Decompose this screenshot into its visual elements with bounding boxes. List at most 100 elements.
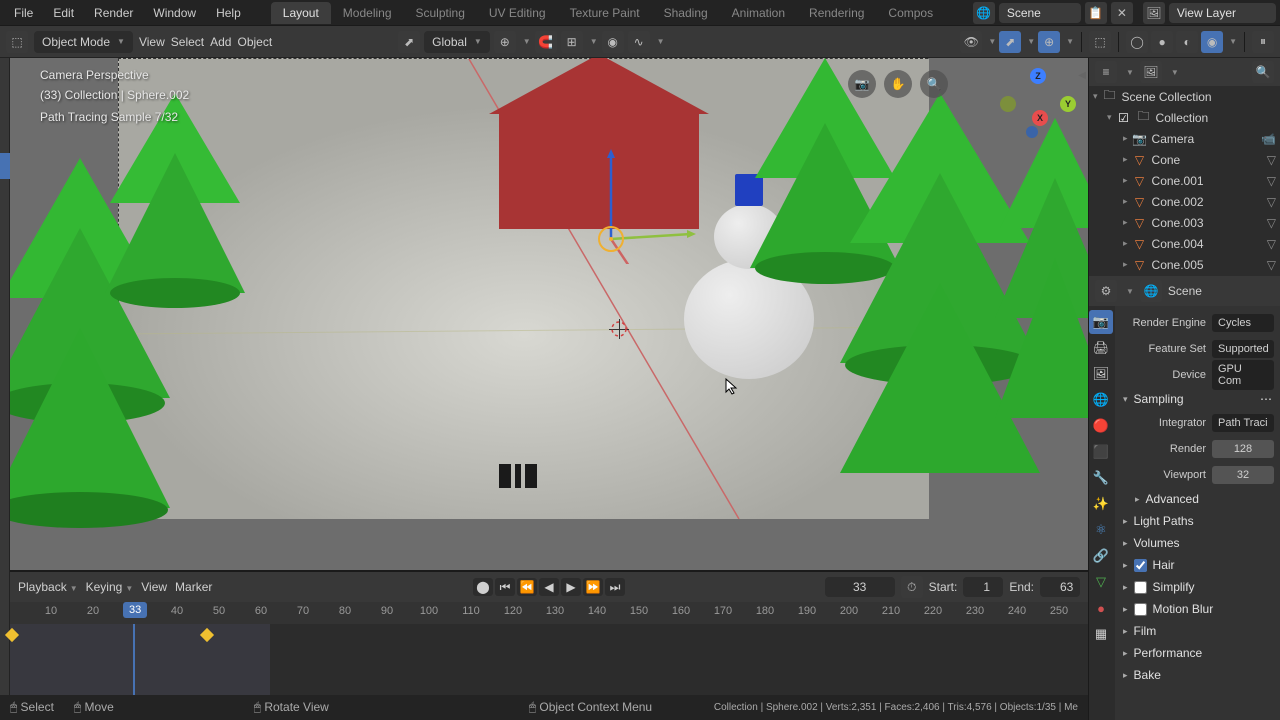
props-scene-name[interactable]: Scene bbox=[1168, 284, 1202, 298]
tab-scene-icon[interactable]: 🌐 bbox=[1089, 388, 1113, 412]
keying-menu[interactable]: Keying▼ bbox=[86, 580, 134, 594]
visibility-icon[interactable]: 👁 bbox=[960, 31, 982, 53]
outliner-cone002[interactable]: Cone.002 bbox=[1152, 195, 1204, 209]
outliner-cone005[interactable]: Cone.005 bbox=[1152, 258, 1204, 272]
advanced-panel[interactable]: ▸Advanced bbox=[1115, 488, 1280, 510]
motionblur-panel[interactable]: ▸Motion Blur bbox=[1115, 598, 1280, 620]
3d-viewport[interactable]: Camera Perspective (33) Collection | Sph… bbox=[10, 58, 1088, 570]
keyframe-next-icon[interactable]: ⏩ bbox=[583, 578, 603, 596]
tab-viewlayer-icon[interactable]: 🖼 bbox=[1089, 362, 1113, 386]
tab-render-icon[interactable]: 📷 bbox=[1089, 310, 1113, 334]
keyframe-prev-icon[interactable]: ⏪ bbox=[517, 578, 537, 596]
nav-gizmo[interactable]: Z Y X bbox=[1008, 68, 1068, 128]
hdr-add[interactable]: Add bbox=[210, 35, 231, 49]
autokey-icon[interactable]: ⬤ bbox=[473, 578, 493, 596]
outliner[interactable]: ▾🗀Scene Collection ▾☑🗀Collection ▸📷Camer… bbox=[1089, 86, 1280, 276]
axis-x-icon[interactable]: X bbox=[1032, 110, 1048, 126]
outliner-camera[interactable]: Camera bbox=[1152, 132, 1195, 146]
jump-end-icon[interactable]: ⏭ bbox=[605, 578, 625, 596]
playback-menu[interactable]: Playback▼ bbox=[18, 580, 78, 594]
propedit-icon[interactable]: ◉ bbox=[602, 31, 624, 53]
editor-type-icon[interactable]: ⬚ bbox=[6, 31, 28, 53]
sidebar-toggle-icon[interactable]: ◀ bbox=[1078, 70, 1086, 81]
tab-compos[interactable]: Compos bbox=[876, 2, 945, 24]
tab-mesh-icon[interactable]: ▽ bbox=[1089, 570, 1113, 594]
outliner-cone[interactable]: Cone bbox=[1152, 153, 1181, 167]
gizmo-toggle-icon[interactable]: ⬈ bbox=[999, 31, 1021, 53]
menu-edit[interactable]: Edit bbox=[43, 6, 84, 20]
viewlayer-field[interactable]: View Layer bbox=[1169, 3, 1276, 23]
render-samples-field[interactable]: 128 bbox=[1212, 440, 1274, 458]
menu-render[interactable]: Render bbox=[84, 6, 143, 20]
tab-tpaint[interactable]: Texture Paint bbox=[558, 2, 652, 24]
hdr-select[interactable]: Select bbox=[171, 35, 204, 49]
axis-z-icon[interactable]: Z bbox=[1030, 68, 1046, 84]
hdr-view[interactable]: View bbox=[139, 35, 165, 49]
outliner-scene-collection[interactable]: Scene Collection bbox=[1122, 90, 1212, 104]
scene-new-icon[interactable]: 📋 bbox=[1085, 2, 1107, 24]
motionblur-checkbox[interactable] bbox=[1134, 603, 1147, 616]
camera-view-icon[interactable]: 📷 bbox=[848, 70, 876, 98]
tab-layout[interactable]: Layout bbox=[271, 2, 331, 24]
play-reverse-icon[interactable]: ◀ bbox=[539, 578, 559, 596]
hair-checkbox[interactable] bbox=[1134, 559, 1147, 572]
tab-material-icon[interactable]: ● bbox=[1089, 596, 1113, 620]
integrator-field[interactable]: Path Traci bbox=[1212, 414, 1274, 432]
simplify-panel[interactable]: ▸Simplify bbox=[1115, 576, 1280, 598]
orientation-icon[interactable]: ⬈ bbox=[398, 31, 420, 53]
render-engine-field[interactable]: Cycles bbox=[1212, 314, 1274, 332]
outliner-cone003[interactable]: Cone.003 bbox=[1152, 216, 1204, 230]
shading-matprev-icon[interactable]: ◐ bbox=[1176, 31, 1198, 53]
snap-type-icon[interactable]: ⊞ bbox=[561, 31, 583, 53]
device-field[interactable]: GPU Com bbox=[1212, 360, 1274, 390]
snap-icon[interactable]: 🧲 bbox=[535, 31, 557, 53]
end-frame-field[interactable]: 63 bbox=[1040, 577, 1080, 597]
pause-render-icon[interactable]: ⏸ bbox=[1252, 31, 1274, 53]
menu-help[interactable]: Help bbox=[206, 6, 251, 20]
timeline-ruler[interactable]: 1020304050607080901001101201301401501601… bbox=[10, 602, 1088, 624]
scene-name-field[interactable]: Scene bbox=[999, 3, 1081, 23]
play-icon[interactable]: ▶ bbox=[561, 578, 581, 596]
menu-file[interactable]: File bbox=[4, 6, 43, 20]
scene-datablock-icon[interactable]: 🌐 bbox=[1140, 280, 1162, 302]
volumes-panel[interactable]: ▸Volumes bbox=[1115, 532, 1280, 554]
tl-view-menu[interactable]: View bbox=[141, 580, 167, 594]
outliner-collection[interactable]: Collection bbox=[1156, 111, 1209, 125]
preview-range-icon[interactable]: ⏱ bbox=[901, 576, 923, 598]
performance-panel[interactable]: ▸Performance bbox=[1115, 642, 1280, 664]
axis-y-icon[interactable]: Y bbox=[1060, 96, 1076, 112]
axis-neg-icon[interactable] bbox=[1000, 96, 1016, 112]
outliner-search-icon[interactable]: 🔍 bbox=[1252, 61, 1274, 83]
axis-neg2-icon[interactable] bbox=[1026, 126, 1038, 138]
scene-browse-icon[interactable]: 🌐 bbox=[973, 2, 995, 24]
xray-icon[interactable]: ⬚ bbox=[1089, 31, 1111, 53]
tab-rendering[interactable]: Rendering bbox=[797, 2, 876, 24]
overlay-toggle-icon[interactable]: ⊕ bbox=[1038, 31, 1060, 53]
tab-world-icon[interactable]: 🔴 bbox=[1089, 414, 1113, 438]
tab-shading[interactable]: Shading bbox=[652, 2, 720, 24]
film-panel[interactable]: ▸Film bbox=[1115, 620, 1280, 642]
transform-gizmo[interactable] bbox=[591, 144, 711, 264]
shading-wireframe-icon[interactable]: ◯ bbox=[1126, 31, 1148, 53]
tab-physics-icon[interactable]: ⚛ bbox=[1089, 518, 1113, 542]
tab-output-icon[interactable]: 🖨 bbox=[1089, 336, 1113, 360]
tab-texture-icon[interactable]: ▦ bbox=[1089, 622, 1113, 646]
jump-start-icon[interactable]: ⏮ bbox=[495, 578, 515, 596]
current-frame-field[interactable]: 33 bbox=[825, 577, 895, 597]
hdr-object[interactable]: Object bbox=[237, 35, 272, 49]
tab-particles-icon[interactable]: ✨ bbox=[1089, 492, 1113, 516]
shading-rendered-icon[interactable]: ◉ bbox=[1201, 31, 1223, 53]
tab-constraints-icon[interactable]: 🔗 bbox=[1089, 544, 1113, 568]
tab-uv[interactable]: UV Editing bbox=[477, 2, 558, 24]
outliner-cone004[interactable]: Cone.004 bbox=[1152, 237, 1204, 251]
tab-animation[interactable]: Animation bbox=[720, 2, 797, 24]
propedit-falloff-icon[interactable]: ∿ bbox=[628, 31, 650, 53]
start-frame-field[interactable]: 1 bbox=[963, 577, 1003, 597]
tab-modifiers-icon[interactable]: 🔧 bbox=[1089, 466, 1113, 490]
tl-marker-menu[interactable]: Marker bbox=[175, 580, 212, 594]
zoom-view-icon[interactable]: 🔍 bbox=[920, 70, 948, 98]
mode-dropdown[interactable]: Object Mode▼ bbox=[34, 31, 133, 53]
outliner-editor-icon[interactable]: ≡ bbox=[1095, 61, 1117, 83]
pivot-icon[interactable]: ⊕ bbox=[494, 31, 516, 53]
orientation-dropdown[interactable]: Global▼ bbox=[424, 31, 490, 53]
